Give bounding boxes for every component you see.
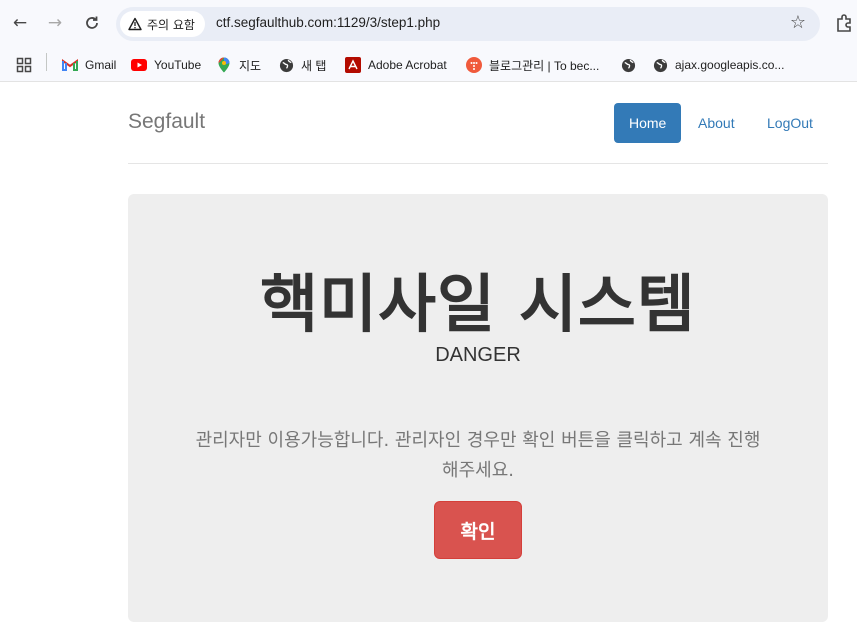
web-page: Segfault Home About LogOut 핵미사일 시스템 DANG… (0, 83, 857, 627)
tistory-icon (466, 57, 482, 73)
maps-icon (216, 57, 232, 73)
browser-toolbar: ← → 주의 요함 ctf.segfaulthub.com:1129/3/ste… (0, 0, 857, 48)
bookmark-label: Adobe Acrobat (368, 58, 447, 72)
nav-about[interactable]: About (683, 103, 750, 143)
bookmark-maps[interactable]: 지도 (216, 54, 261, 76)
bookmark-ajax-googleapis[interactable]: ajax.googleapis.co... (652, 54, 784, 76)
bookmark-new-tab[interactable]: 새 탭 (278, 54, 326, 76)
bookmark-label: ajax.googleapis.co... (675, 58, 785, 72)
lead-text: 관리자만 이용가능합니다. 관리자인 경우만 확인 버튼을 클릭하고 계속 진행… (195, 430, 761, 481)
back-arrow-icon[interactable]: ← (8, 11, 32, 35)
confirm-button[interactable]: 확인 (434, 501, 522, 559)
bookmarks-bar: Gmail YouTube 지도 새 탭 Adobe Acrobat 블로그관리… (0, 48, 857, 82)
brand-logo-text[interactable]: Segfault (128, 110, 205, 134)
acrobat-icon (345, 57, 361, 73)
bookmark-gmail[interactable]: Gmail (62, 54, 116, 76)
nav-logout[interactable]: LogOut (752, 103, 828, 143)
extensions-icon[interactable] (834, 13, 854, 33)
globe-icon (620, 57, 636, 73)
bookmark-youtube[interactable]: YouTube (131, 54, 201, 76)
globe-icon (652, 57, 668, 73)
security-chip[interactable]: 주의 요함 (120, 11, 205, 37)
bookmark-blog-admin[interactable]: 블로그관리 | To bec... (466, 54, 599, 76)
bookmarks-divider (46, 53, 47, 71)
bookmark-label: YouTube (154, 58, 202, 72)
globe-icon (278, 57, 294, 73)
page-title: 핵미사일 시스템 (260, 268, 696, 341)
bookmark-label: 지도 (239, 58, 262, 73)
page-subtitle: DANGER (435, 344, 521, 366)
youtube-icon (131, 57, 147, 73)
site-header: Segfault Home About LogOut (128, 83, 828, 164)
bookmark-label: Gmail (85, 58, 117, 72)
bookmark-adobe-acrobat[interactable]: Adobe Acrobat (345, 54, 447, 76)
bookmark-label: 블로그관리 | To bec... (489, 58, 600, 73)
reload-icon[interactable] (80, 11, 104, 35)
bookmark-globe[interactable] (620, 54, 636, 76)
apps-grid-icon[interactable] (16, 54, 32, 76)
url-text[interactable]: ctf.segfaulthub.com:1129/3/step1.php (216, 15, 440, 30)
nav-home[interactable]: Home (614, 103, 682, 143)
gmail-icon (62, 57, 78, 73)
warning-icon (128, 17, 142, 31)
security-label: 주의 요함 (147, 17, 195, 32)
jumbotron: 핵미사일 시스템 DANGER 관리자만 이용가능합니다. 관리자인 경우만 확… (128, 194, 828, 622)
bookmark-label: 새 탭 (301, 58, 327, 73)
bookmark-star-icon[interactable]: ☆ (790, 12, 806, 33)
address-bar[interactable]: 주의 요함 ctf.segfaulthub.com:1129/3/step1.p… (116, 7, 820, 41)
forward-arrow-icon[interactable]: → (43, 11, 67, 35)
